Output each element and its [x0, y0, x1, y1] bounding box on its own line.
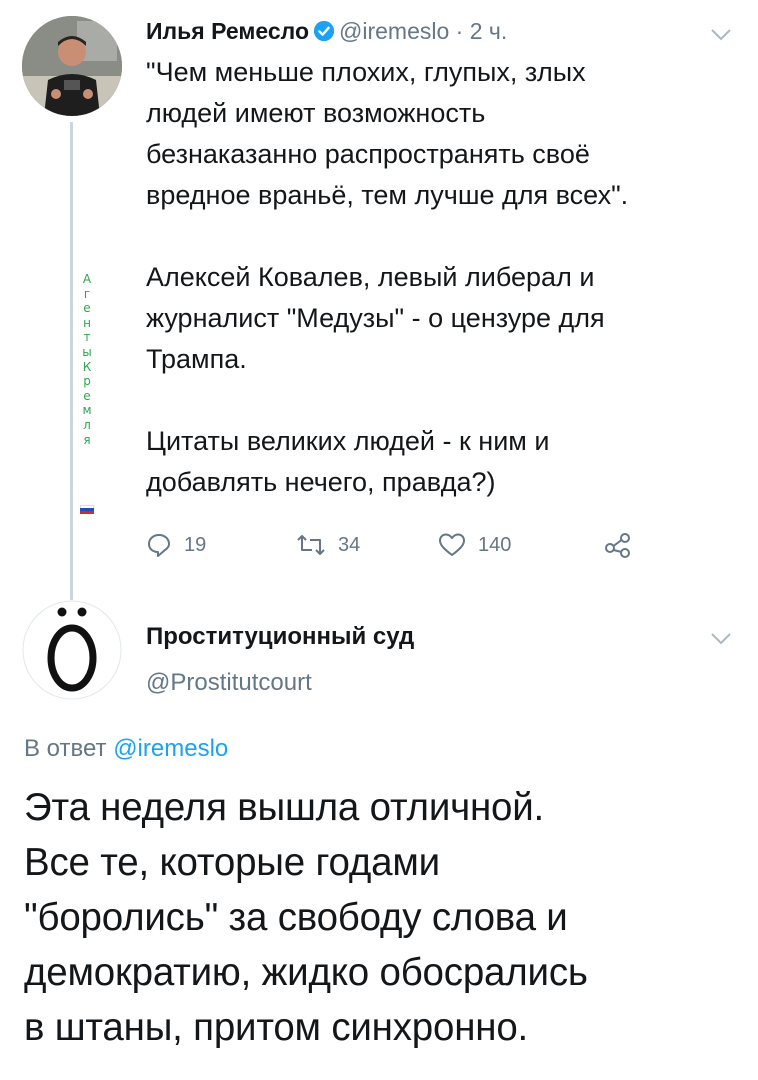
watermark-letter: К: [82, 359, 92, 374]
handle-and-time[interactable]: @iremeslo · 2 ч.: [339, 18, 507, 44]
avatar-prostitutcourt[interactable]: [22, 600, 122, 700]
watermark-letter: н: [83, 315, 91, 330]
chevron-down-icon[interactable]: [710, 28, 732, 42]
share-button[interactable]: [604, 532, 644, 558]
reply-prefix: В ответ: [24, 735, 107, 762]
retweet-icon: [297, 535, 325, 555]
watermark-letter: г: [83, 286, 91, 301]
watermark: А г е н т ы К р е м л я: [80, 272, 94, 447]
tweet-header: Илья Ремесло @iremeslo · 2 ч.: [146, 16, 507, 46]
like-button[interactable]: 140: [438, 532, 511, 558]
watermark-letter: р: [83, 374, 91, 389]
watermark-letter: А: [82, 272, 92, 286]
reply-button[interactable]: 19: [146, 532, 206, 558]
watermark-letter: ы: [82, 344, 92, 359]
watermark-letter: я: [83, 432, 91, 447]
avatar-photo-icon: [22, 16, 122, 116]
thread-line: [70, 122, 73, 600]
reply-count: 19: [184, 533, 207, 556]
tweet-paragraph: Алексей Ковалев, левый либерал и журнали…: [146, 262, 605, 374]
display-name[interactable]: Проституционный суд: [146, 622, 414, 652]
watermark-letter: л: [83, 417, 91, 432]
chevron-down-icon[interactable]: [710, 632, 732, 646]
tweet-text: Эта неделя вышла отличной. Все те, котор…: [24, 780, 744, 1055]
retweet-button[interactable]: 34: [296, 532, 360, 558]
handle[interactable]: @Prostitutcourt: [146, 668, 312, 698]
avatar-iremeslo[interactable]: [22, 16, 122, 116]
watermark-letter: т: [83, 330, 91, 345]
display-name[interactable]: Илья Ремесло: [146, 18, 309, 44]
russian-flag-icon: [80, 505, 94, 514]
share-icon: [605, 533, 630, 558]
tweet-paragraph: Цитаты великих людей - к ним и добавлять…: [146, 426, 550, 497]
tweet-paragraph: "Чем меньше плохих, глупых, злых людей и…: [146, 57, 629, 210]
watermark-letter: е: [83, 388, 91, 403]
like-count: 140: [478, 533, 512, 556]
watermark-letter: м: [82, 403, 92, 418]
watermark-letter: е: [83, 301, 91, 316]
reply-icon: [148, 534, 170, 557]
verified-badge-icon: [313, 20, 335, 42]
retweet-count: 34: [338, 533, 361, 556]
reply-mention-link[interactable]: @iremeslo: [113, 735, 228, 762]
like-icon: [439, 533, 465, 556]
tweet-text: "Чем меньше плохих, глупых, злых людей и…: [146, 52, 736, 544]
tweet-body: Эта неделя вышла отличной. Все те, котор…: [24, 786, 588, 1049]
tweet-iremeslo: А г е н т ы К р е м л я Илья Ремесло @ire…: [0, 0, 758, 600]
tweet-actions: 19 34 140: [146, 532, 646, 562]
tweet-prostitutcourt: Проституционный суд @Prostitutcourt В от…: [0, 600, 758, 1080]
reply-context: В ответ @iremeslo: [24, 734, 228, 764]
